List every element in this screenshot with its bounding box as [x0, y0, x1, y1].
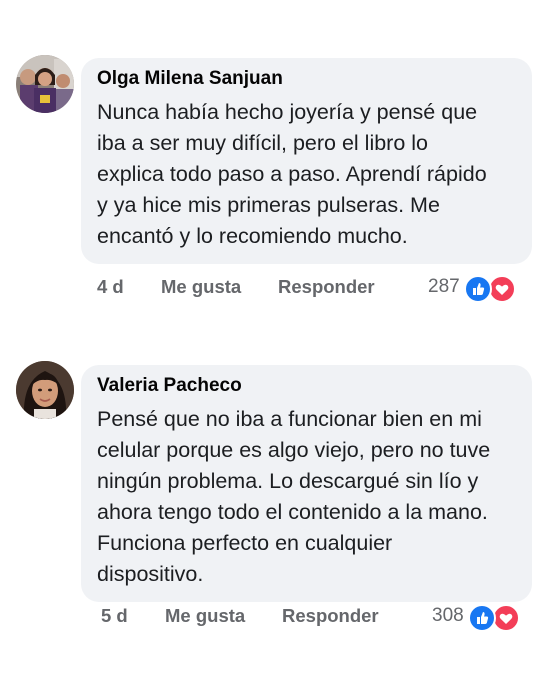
comment-bubble: Olga Milena Sanjuan Nunca había hecho jo… [81, 58, 532, 264]
author-name[interactable]: Valeria Pacheco [97, 374, 516, 398]
comment-line: dispositivo. [97, 562, 204, 586]
reply-button[interactable]: Responder [278, 272, 375, 302]
avatar[interactable] [16, 361, 74, 419]
love-icon[interactable] [492, 604, 520, 632]
author-name[interactable]: Olga Milena Sanjuan [97, 67, 516, 91]
reaction-count[interactable]: 308 [432, 601, 464, 631]
timestamp[interactable]: 4 d [97, 272, 124, 302]
comment-bubble: Valeria Pacheco Pensé que no iba a funci… [81, 365, 532, 602]
like-button[interactable]: Me gusta [165, 601, 245, 631]
avatar[interactable] [16, 55, 74, 113]
comment-text: Nunca había hecho joyería y pensé que ib… [97, 97, 516, 252]
love-icon[interactable] [488, 275, 516, 303]
comment-line: y ya hice mis primeras pulseras. Me [97, 193, 440, 217]
like-icon[interactable] [464, 275, 492, 303]
comment-line: iba a ser muy difícil, pero el libro lo [97, 131, 429, 155]
timestamp[interactable]: 5 d [101, 601, 128, 631]
comment-line: explica todo paso a paso. Aprendí rápido [97, 162, 487, 186]
comment-actions: 4 d Me gusta Responder 287 [81, 272, 532, 303]
comment-line: ningún problema. Lo descargué sin lío y [97, 469, 479, 493]
comment-line: ahora tengo todo el contenido a la mano. [97, 500, 488, 524]
comment-line: Funciona perfecto en cualquier [97, 531, 393, 555]
comment-line: encantó y lo recomiendo mucho. [97, 224, 408, 248]
comment-text: Pensé que no iba a funcionar bien en mi … [97, 404, 516, 590]
reaction-count[interactable]: 287 [428, 272, 460, 302]
comment-line: Pensé que no iba a funcionar bien en mi [97, 407, 482, 431]
comment-line: celular porque es algo viejo, pero no tu… [97, 438, 491, 462]
reply-button[interactable]: Responder [282, 601, 379, 631]
like-icon[interactable] [468, 604, 496, 632]
like-button[interactable]: Me gusta [161, 272, 241, 302]
comment-line: Nunca había hecho joyería y pensé que [97, 100, 478, 124]
comment-actions: 5 d Me gusta Responder 308 [81, 601, 532, 632]
